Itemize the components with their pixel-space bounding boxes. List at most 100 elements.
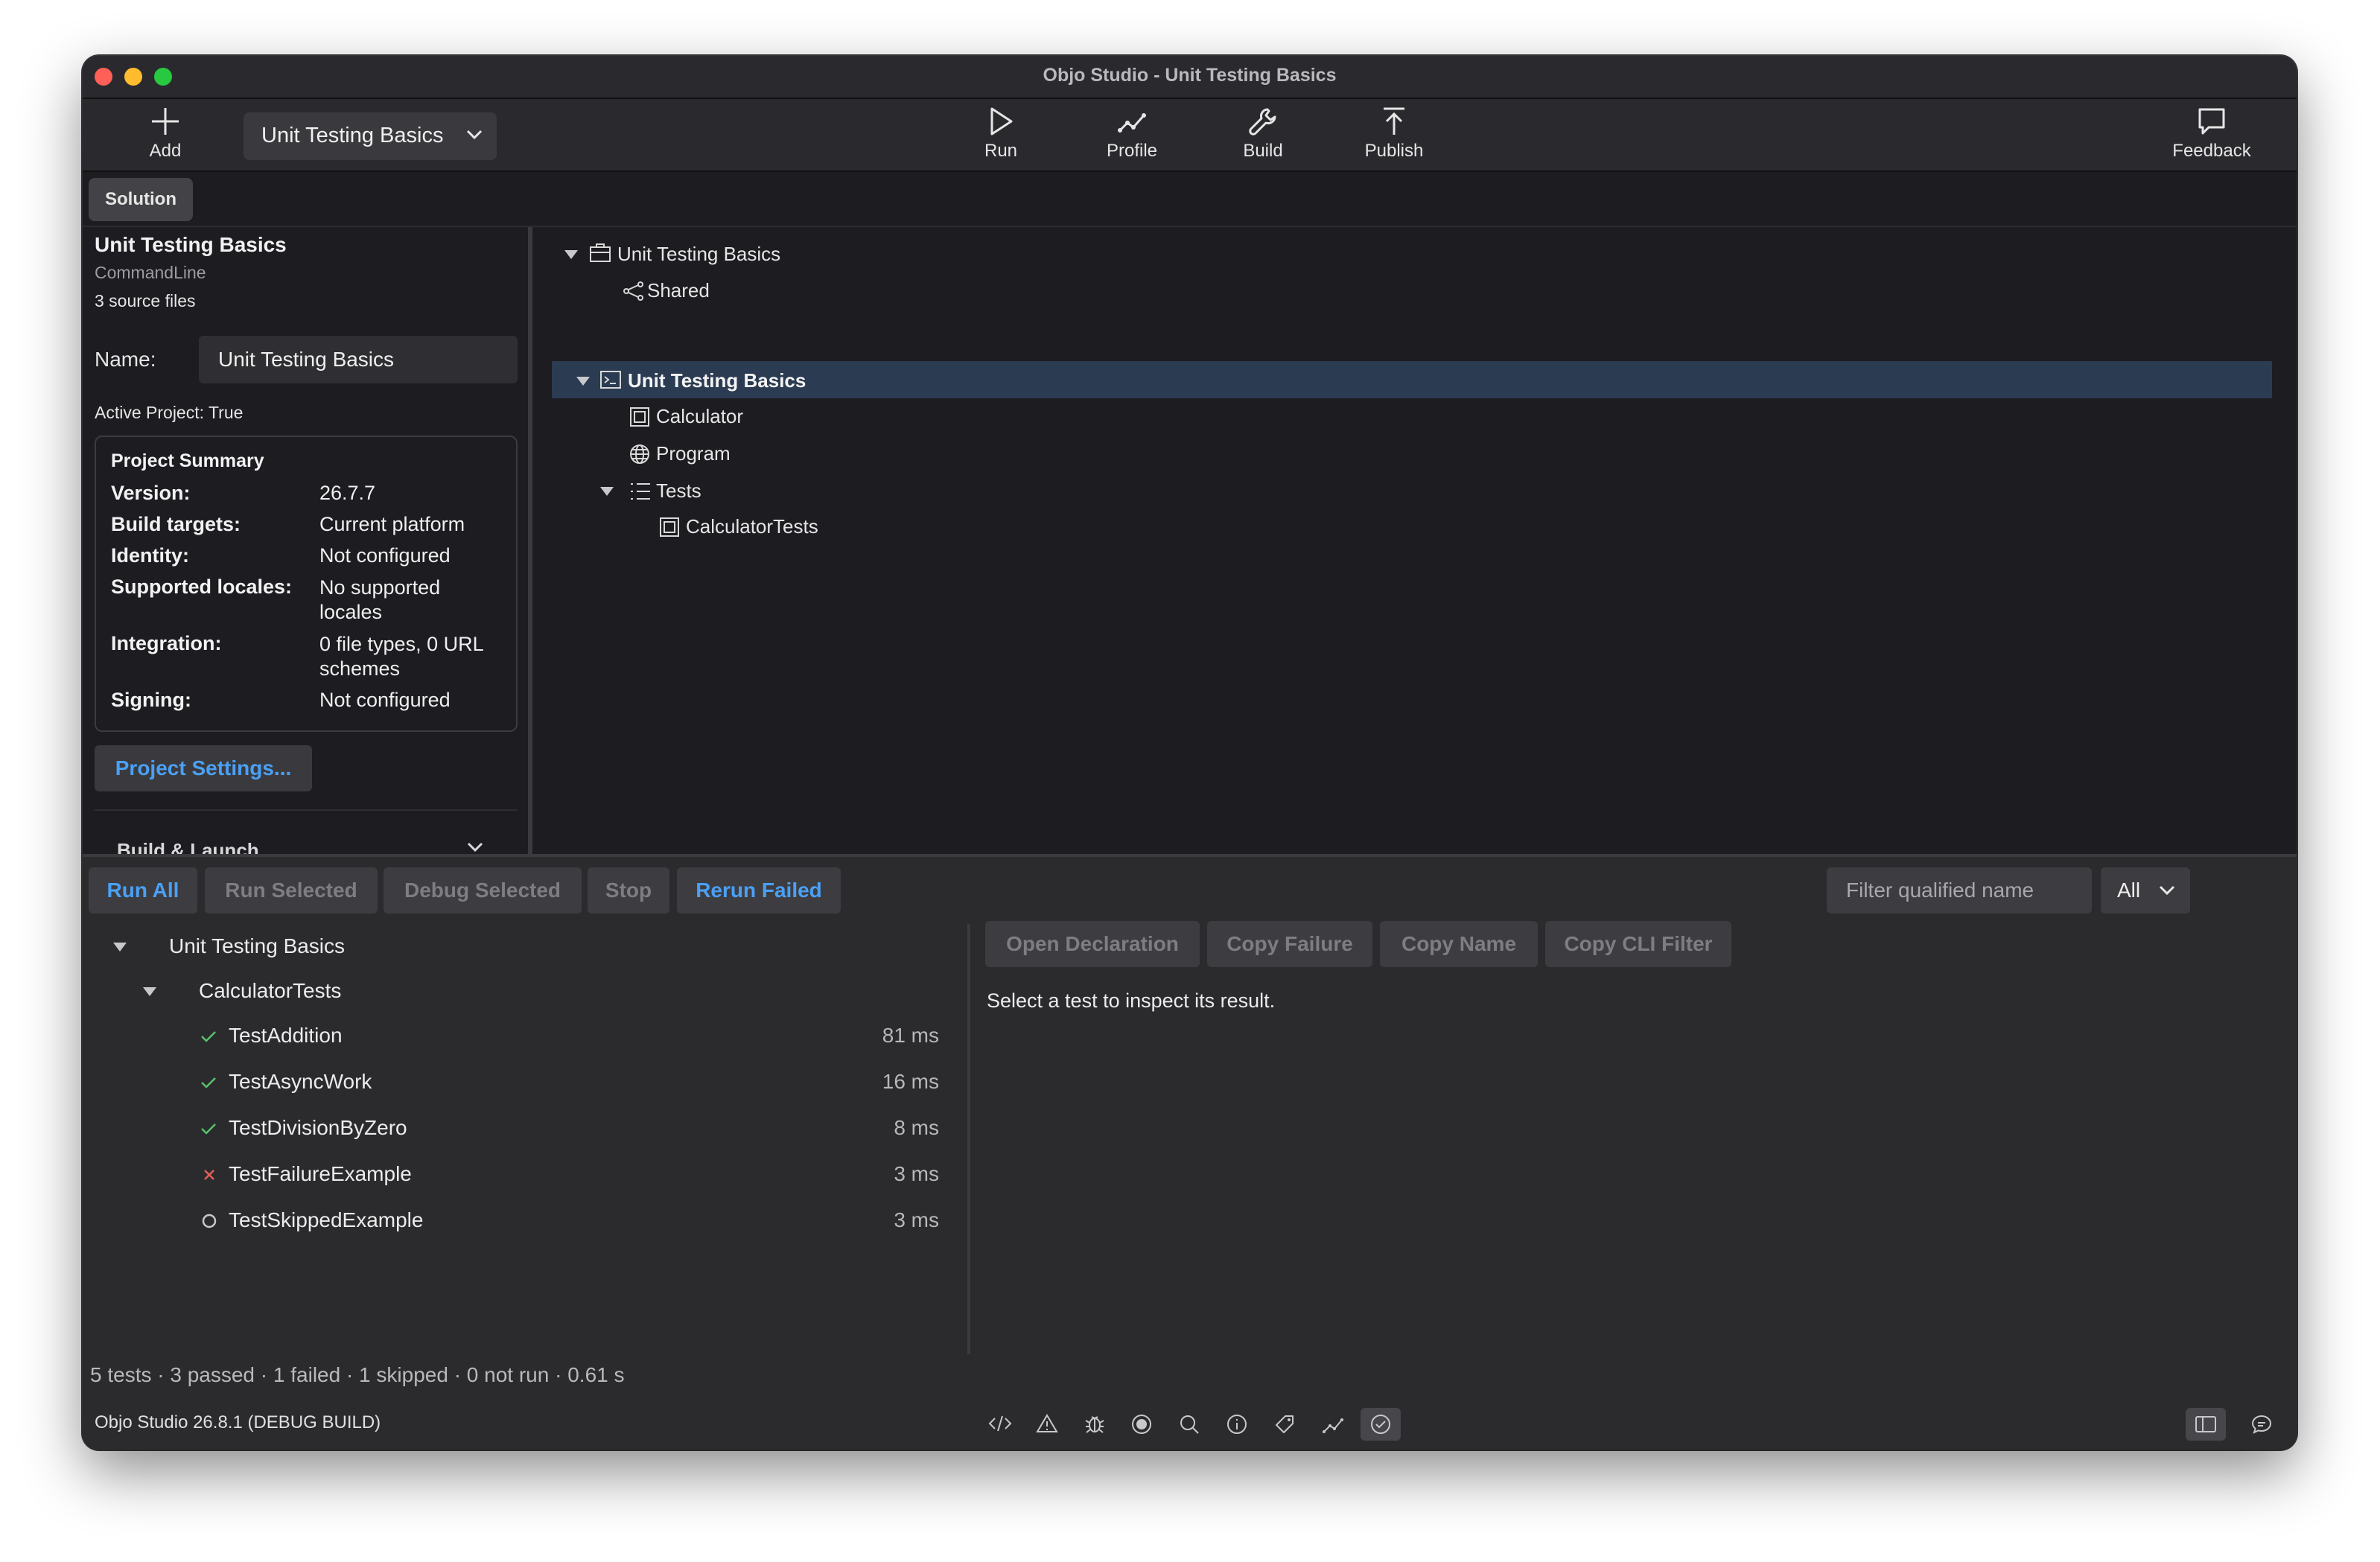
test-node-root[interactable]: Unit Testing Basics <box>112 924 939 969</box>
build-launch-section-header[interactable]: Build & Launch <box>117 839 259 854</box>
filter-qualified-name-input[interactable]: Filter qualified name <box>1827 867 2092 914</box>
disclosure-triangle-icon[interactable] <box>142 986 157 997</box>
summary-label-identity: Identity: <box>111 544 189 567</box>
play-icon <box>990 107 1013 136</box>
profile-graph-icon[interactable] <box>1322 1414 1344 1435</box>
tree-item-label: Tests <box>656 479 701 502</box>
test-case-row[interactable]: TestSkippedExample 3 ms <box>112 1198 939 1243</box>
build-button[interactable]: Build <box>1207 105 1319 162</box>
stop-button[interactable]: Stop <box>588 867 669 914</box>
terminal-icon <box>600 371 621 389</box>
bug-icon[interactable] <box>1084 1413 1106 1434</box>
tree-item-calculator[interactable]: Calculator <box>564 398 2276 434</box>
test-case-duration: 16 ms <box>882 1070 939 1093</box>
chat-bubble-icon[interactable] <box>2251 1414 2272 1435</box>
filter-mode-select[interactable]: All <box>2101 867 2190 914</box>
publish-button[interactable]: Publish <box>1338 105 1450 162</box>
project-name-field[interactable]: Unit Testing Basics <box>199 336 518 383</box>
test-summary: 5 tests · 3 passed · 1 failed · 1 skippe… <box>90 1363 625 1386</box>
active-project-status: Active Project: True <box>95 403 244 422</box>
share-icon <box>623 281 643 301</box>
open-declaration-button[interactable]: Open Declaration <box>985 921 1200 967</box>
test-case-duration: 3 ms <box>894 1162 939 1185</box>
project-settings-button[interactable]: Project Settings... <box>95 745 312 791</box>
summary-label-build-targets: Build targets: <box>111 513 241 535</box>
x-mark-icon <box>204 1170 214 1180</box>
test-case-name: TestFailureExample <box>229 1162 412 1185</box>
test-case-row[interactable]: TestDivisionByZero 8 ms <box>112 1106 939 1150</box>
feedback-button[interactable]: Feedback <box>2156 105 2268 162</box>
tree-item-solution[interactable]: Unit Testing Basics <box>564 236 2276 272</box>
tree-item-shared[interactable]: Shared <box>564 272 2276 308</box>
title-bar: Objo Studio - Unit Testing Basics <box>83 56 2297 99</box>
disclosure-triangle-icon[interactable] <box>112 942 127 952</box>
app-window: Objo Studio - Unit Testing Basics Add Un… <box>83 56 2297 1450</box>
sidebar-toggle[interactable] <box>2186 1408 2226 1441</box>
tree-item-calculator-tests[interactable]: CalculatorTests <box>564 509 2276 544</box>
tree-item-tests[interactable]: Tests <box>564 473 2276 509</box>
tab-solution[interactable]: Solution <box>89 178 193 221</box>
search-icon[interactable] <box>1179 1414 1200 1435</box>
test-case-row[interactable]: TestFailureExample 3 ms <box>112 1152 939 1196</box>
warning-icon[interactable] <box>1036 1414 1058 1433</box>
chevron-down-icon <box>2159 885 2175 896</box>
tree-item-project[interactable]: Unit Testing Basics <box>552 363 2272 398</box>
copy-failure-button[interactable]: Copy Failure <box>1207 921 1372 967</box>
tests-panel-toggle[interactable] <box>1361 1408 1401 1441</box>
solution-tree: Unit Testing Basics Shared Unit Testing … <box>534 227 2297 854</box>
summary-label-version: Version: <box>111 482 191 504</box>
scheme-dropdown[interactable]: Unit Testing Basics <box>244 112 497 160</box>
disclosure-triangle-icon[interactable] <box>564 249 579 260</box>
window-title: Objo Studio - Unit Testing Basics <box>1043 65 1337 86</box>
results-splitter[interactable] <box>967 924 970 1354</box>
test-panel: Run All Run Selected Debug Selected Stop… <box>83 857 2297 1450</box>
source-file-count: 3 source files <box>95 291 196 310</box>
summary-label-locales: Supported locales: <box>111 576 293 598</box>
section-divider <box>95 809 518 811</box>
summary-value-signing: Not configured <box>319 689 451 711</box>
scheme-label: Unit Testing Basics <box>261 124 444 147</box>
project-title: Unit Testing Basics <box>95 233 287 256</box>
test-case-duration: 3 ms <box>894 1208 939 1231</box>
run-selected-button[interactable]: Run Selected <box>205 867 378 914</box>
test-node-suite[interactable]: CalculatorTests <box>112 969 939 1013</box>
disclosure-triangle-icon[interactable] <box>599 486 614 497</box>
tree-item-label: Shared <box>647 279 710 302</box>
test-case-row[interactable]: TestAsyncWork 16 ms <box>112 1059 939 1104</box>
summary-label-integration: Integration: <box>111 632 222 654</box>
filter-mode-value: All <box>2117 879 2141 902</box>
summary-value-locales: No supported locales <box>319 576 441 623</box>
profile-button[interactable]: Profile <box>1076 105 1188 162</box>
tag-icon[interactable] <box>1274 1414 1295 1435</box>
wrench-icon <box>1249 108 1276 136</box>
list-icon <box>631 483 650 500</box>
info-icon[interactable] <box>1226 1414 1247 1435</box>
disclosure-triangle-icon[interactable] <box>576 376 591 386</box>
test-case-duration: 8 ms <box>894 1116 939 1139</box>
chevron-down-icon[interactable] <box>467 842 483 852</box>
tree-item-program[interactable]: Program <box>564 436 2276 471</box>
record-icon[interactable] <box>1131 1414 1152 1435</box>
code-icon[interactable] <box>988 1414 1012 1433</box>
run-all-button[interactable]: Run All <box>89 867 197 914</box>
copy-name-button[interactable]: Copy Name <box>1380 921 1538 967</box>
profile-graph-icon <box>1118 113 1146 133</box>
summary-label-signing: Signing: <box>111 689 191 711</box>
pane-splitter[interactable] <box>528 227 532 854</box>
add-button[interactable]: Add <box>109 105 221 162</box>
chevron-down-icon <box>466 130 483 140</box>
rerun-failed-button[interactable]: Rerun Failed <box>677 867 841 914</box>
globe-icon <box>630 444 649 464</box>
checkmark-icon <box>201 1077 216 1088</box>
debug-selected-button[interactable]: Debug Selected <box>384 867 582 914</box>
sidebar-icon <box>2195 1416 2216 1432</box>
copy-cli-filter-button[interactable]: Copy CLI Filter <box>1545 921 1731 967</box>
test-tree: Unit Testing Basics CalculatorTests Test… <box>83 924 969 1386</box>
run-button[interactable]: Run <box>945 105 1057 162</box>
tree-item-label: Calculator <box>656 405 744 427</box>
class-icon <box>660 517 679 537</box>
summary-value-integration: 0 file types, 0 URL schemes <box>319 633 483 680</box>
test-case-row[interactable]: TestAddition 81 ms <box>112 1013 939 1058</box>
app-version: Objo Studio 26.8.1 (DEBUG BUILD) <box>95 1412 381 1432</box>
run-label: Run <box>984 141 1018 161</box>
